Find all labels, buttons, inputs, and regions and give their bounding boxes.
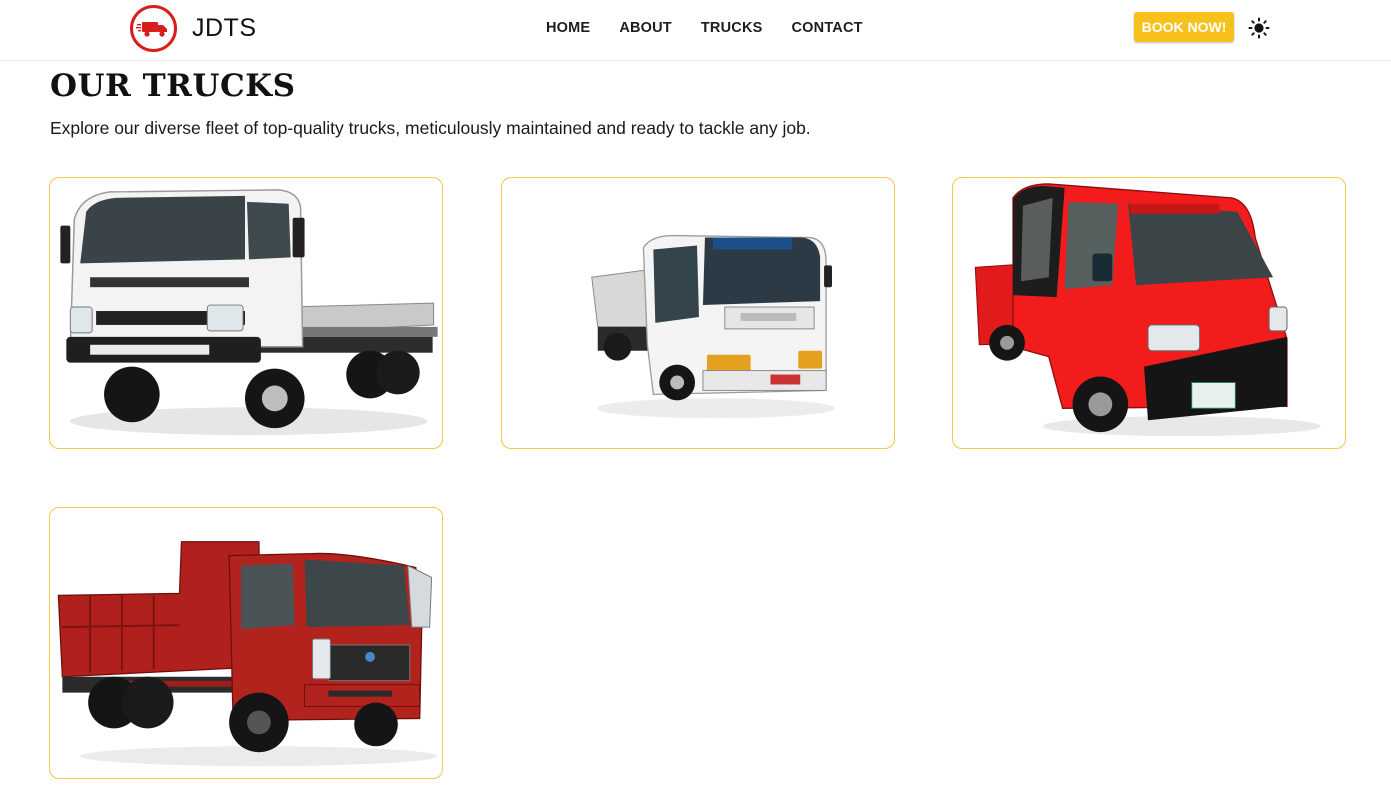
truck-card[interactable] (49, 177, 443, 449)
brand[interactable]: JDTS (130, 4, 257, 52)
nav-link-contact[interactable]: CONTACT (792, 19, 863, 37)
book-now-button[interactable]: BOOK NOW! (1134, 12, 1234, 42)
nav-menu: HOME ABOUT TRUCKS CONTACT (546, 19, 892, 37)
sun-icon[interactable] (1248, 17, 1270, 39)
truck-card[interactable] (952, 177, 1346, 449)
page-title: OUR TRUCKS (50, 68, 296, 104)
nav-link-home[interactable]: HOME (546, 19, 590, 37)
navbar: JDTS HOME ABOUT TRUCKS CONTACT BOOK NOW! (0, 0, 1391, 61)
red-dump-truck-image (57, 541, 438, 767)
white-dump-truck-image (591, 234, 835, 419)
truck-logo-icon (130, 4, 177, 52)
white-flatbed-truck-image (60, 189, 438, 436)
nav-link-about[interactable]: ABOUT (619, 19, 672, 37)
truck-card[interactable] (49, 507, 443, 779)
nav-link-trucks[interactable]: TRUCKS (701, 19, 763, 37)
truck-card[interactable] (501, 177, 895, 449)
red-mini-truck-image (974, 183, 1321, 437)
page-subtitle: Explore our diverse fleet of top-quality… (50, 118, 811, 138)
brand-name: JDTS (192, 13, 257, 42)
